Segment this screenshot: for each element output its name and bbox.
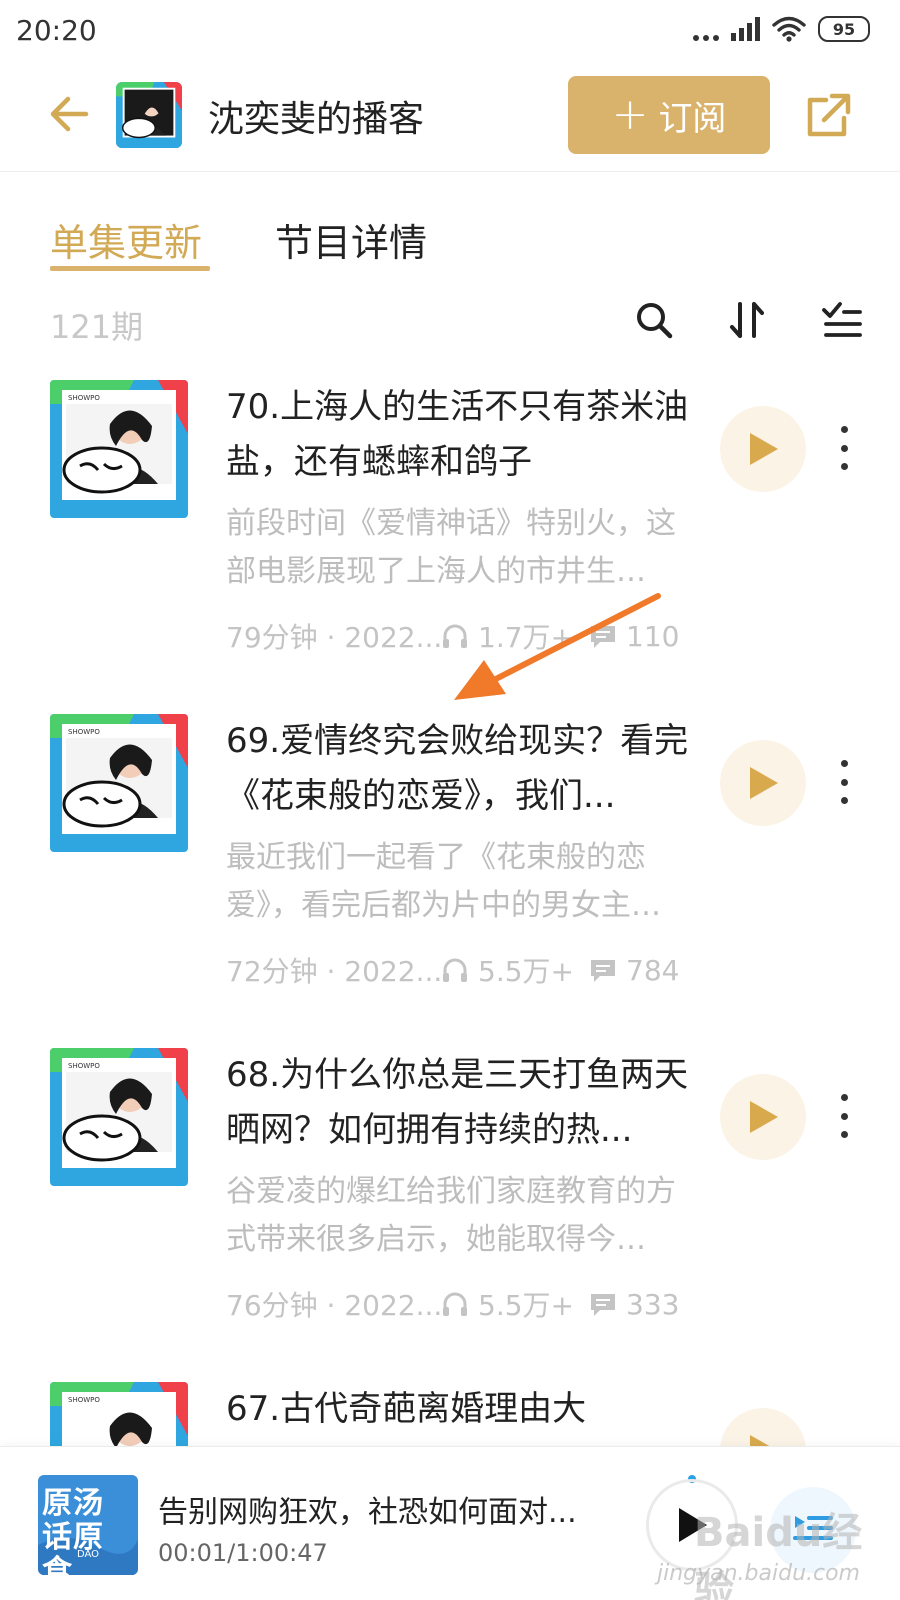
status-icons: 95 xyxy=(693,16,870,42)
episode-description: 最近我们一起看了《花束般的恋爱》，看完后都为片中的男女主… xyxy=(226,840,661,923)
play-icon xyxy=(750,1101,778,1133)
episode-title: 70.上海人的生活不只有茶米油盐，还有蟋蟀和鸽子 xyxy=(226,387,689,482)
svg-text:SHOWPO: SHOWPO xyxy=(68,728,100,736)
episode-title: 68.为什么你总是三天打鱼两天晒网？如何拥有持续的热... xyxy=(226,1055,689,1150)
status-bar: 20:20 95 xyxy=(0,0,900,62)
subscribe-button[interactable]: + 订阅 xyxy=(568,76,770,154)
signal-dots-icon xyxy=(693,17,719,41)
wifi-icon xyxy=(772,16,806,42)
now-playing-cover-text: 原汤话原食 xyxy=(42,1486,104,1589)
headphones-icon xyxy=(443,1292,467,1316)
comment-icon xyxy=(591,1294,615,1316)
episode-comments: 784 xyxy=(626,953,680,987)
back-arrow-icon[interactable] xyxy=(44,88,96,140)
svg-text:SHOWPO: SHOWPO xyxy=(68,1396,100,1404)
batch-select-icon[interactable] xyxy=(820,298,864,342)
episode-title: 69.爱情终究会败给现实？看完《花束般的恋爱》，我们... xyxy=(226,721,689,816)
active-tab-indicator xyxy=(50,266,210,271)
now-playing-time: 00:01/1:00:47 xyxy=(158,1539,328,1567)
tab-episode-updates[interactable]: 单集更新 xyxy=(50,212,202,267)
episode-plays: 5.5万+ xyxy=(478,955,574,988)
headphones-icon xyxy=(443,624,467,648)
episode-duration-date: 79分钟 · 2022... xyxy=(226,621,440,654)
episode-cover: SHOWPO xyxy=(50,380,188,518)
podcast-header: 沈奕斐的播客 + 订阅 xyxy=(0,62,900,172)
play-icon xyxy=(750,767,778,799)
episode-description: 前段时间《爱情神话》特别火，这部电影展现了上海人的市井生… xyxy=(226,506,676,589)
episode-item[interactable]: SHOWPO 68.为什么你总是三天打鱼两天晒网？如何拥有持续的热... 谷爱凌… xyxy=(0,1048,900,1378)
share-icon[interactable] xyxy=(802,90,854,142)
episode-play-button[interactable] xyxy=(720,1408,806,1446)
tab-program-details[interactable]: 节目详情 xyxy=(275,212,427,267)
episode-duration-date: 72分钟 · 2022... xyxy=(226,955,440,988)
more-options-icon[interactable] xyxy=(834,760,854,804)
episode-cover: SHOWPO xyxy=(50,1048,188,1186)
episode-play-button[interactable] xyxy=(720,406,806,492)
more-options-icon[interactable] xyxy=(834,426,854,470)
episode-cover: SHOWPO xyxy=(50,714,188,852)
episode-meta: 79分钟 · 2022... 1.7万+ 110 xyxy=(226,616,706,656)
status-time: 20:20 xyxy=(16,14,97,47)
more-options-icon[interactable] xyxy=(834,1094,854,1138)
headphones-icon xyxy=(443,958,467,982)
battery-indicator: 95 xyxy=(818,16,870,42)
plus-icon: + xyxy=(611,89,649,140)
play-icon xyxy=(750,433,778,465)
episode-comments: 333 xyxy=(626,1287,680,1321)
episode-cover: SHOWPO xyxy=(50,1382,188,1446)
svg-text:SHOWPO: SHOWPO xyxy=(68,394,100,402)
watermark-logo: Baidu经验 xyxy=(694,1510,863,1600)
episode-play-button[interactable] xyxy=(720,740,806,826)
search-icon[interactable] xyxy=(632,298,676,342)
episode-description: 谷爱凌的爆红给我们家庭教育的方式带来很多启示，她能取得今… xyxy=(226,1174,676,1257)
comment-icon xyxy=(591,960,615,982)
comment-icon xyxy=(591,626,615,648)
episode-meta: 76分钟 · 2022... 5.5万+ 333 xyxy=(226,1284,706,1324)
episode-count: 121期 xyxy=(50,308,144,346)
episode-item[interactable]: SHOWPO 70.上海人的生活不只有茶米油盐，还有蟋蟀和鸽子 前段时间《爱情神… xyxy=(0,380,900,710)
episode-item[interactable]: SHOWPO 67.古代奇葩离婚理由大 xyxy=(0,1382,900,1446)
svg-text:SHOWPO: SHOWPO xyxy=(68,1062,100,1070)
episode-comments: 110 xyxy=(626,619,680,653)
episode-title: 67.古代奇葩离婚理由大 xyxy=(226,1389,587,1429)
episode-item[interactable]: SHOWPO 69.爱情终究会败给现实？看完《花束般的恋爱》，我们... 最近我… xyxy=(0,714,900,1044)
episode-plays: 1.7万+ xyxy=(478,621,574,654)
episode-play-button[interactable] xyxy=(720,1074,806,1160)
podcast-cover-thumbnail xyxy=(116,82,182,148)
sort-icon[interactable] xyxy=(726,298,770,342)
cellular-signal-icon xyxy=(731,17,760,41)
subscribe-label: 订阅 xyxy=(658,98,727,139)
episode-meta: 72分钟 · 2022... 5.5万+ 784 xyxy=(226,950,706,990)
episode-plays: 5.5万+ xyxy=(478,1289,574,1322)
now-playing-title: 告别网购狂欢，社恐如何面对... xyxy=(158,1495,577,1530)
podcast-title: 沈奕斐的播客 xyxy=(208,99,425,140)
episode-duration-date: 76分钟 · 2022... xyxy=(226,1289,440,1322)
play-icon xyxy=(750,1435,770,1446)
